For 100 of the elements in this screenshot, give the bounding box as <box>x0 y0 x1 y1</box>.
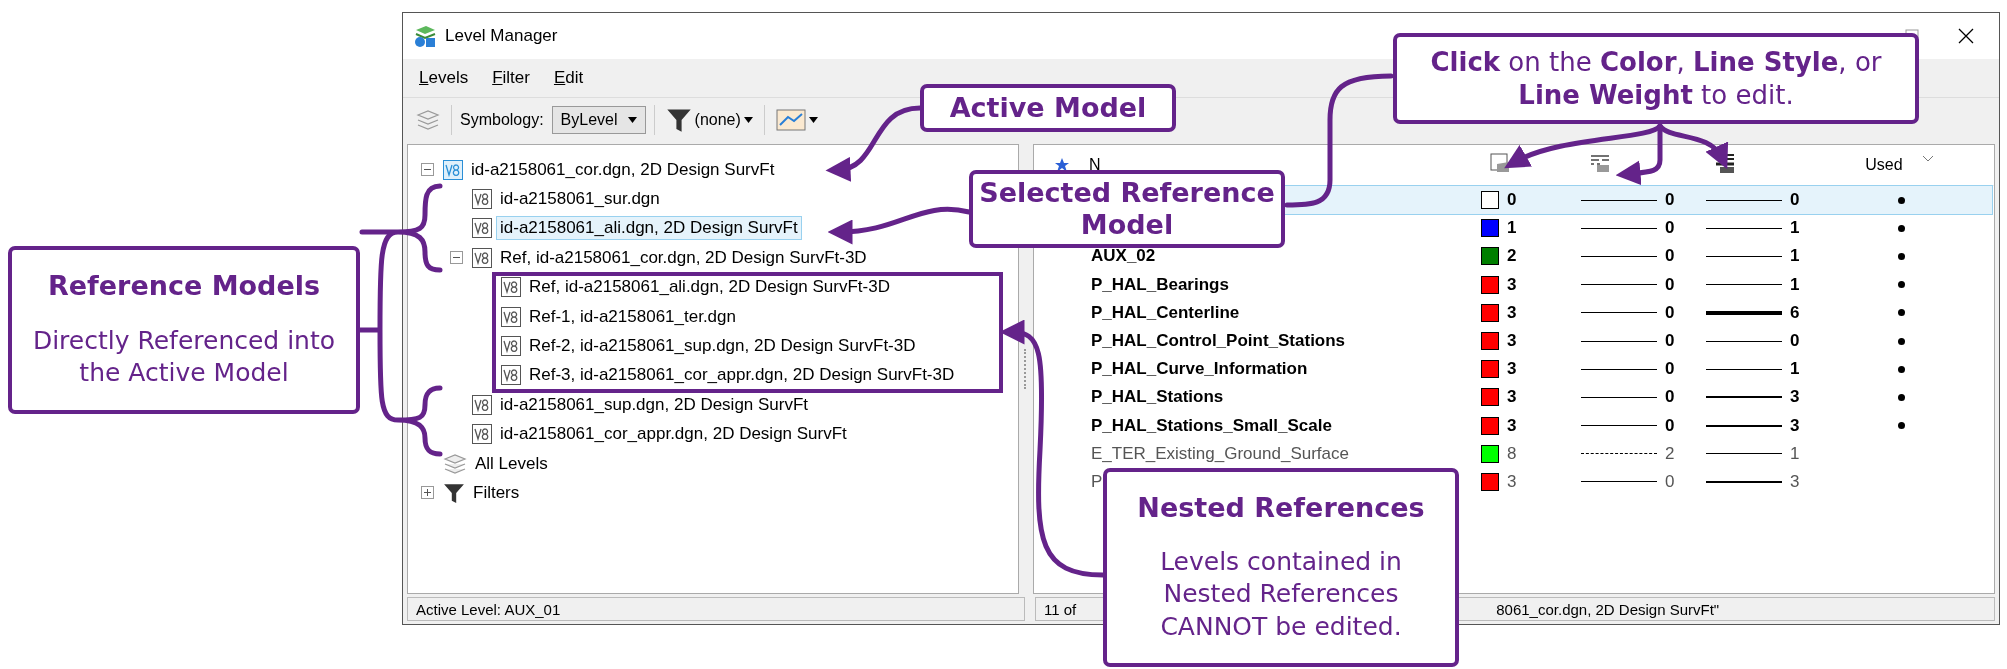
line-style-number: 0 <box>1665 387 1675 408</box>
status-text: 8061_cor.dgn, 2D Design SurvFt" <box>1496 600 1720 618</box>
color-number: 3 <box>1507 471 1517 492</box>
callout-text: Directly Referenced into the Active Model <box>31 324 337 390</box>
line-style-sample[interactable] <box>1581 481 1657 483</box>
tree-item[interactable]: Ref, id-a2158061_cor.dgn, 2D Design SurvFt-3D <box>496 245 871 270</box>
caret-icon <box>743 117 753 123</box>
level-name: AUX_02 <box>1091 246 1156 266</box>
symbology-label: Symbology: <box>460 111 544 129</box>
level-row[interactable]: AUX_02 2 0 1 <box>1036 242 1992 271</box>
color-swatch[interactable] <box>1481 275 1499 294</box>
line-weight-sample[interactable] <box>1706 284 1782 286</box>
line-weight-number: 0 <box>1790 190 1800 211</box>
level-row[interactable]: P_HAL_Curve_Information 3 0 1 <box>1036 355 1992 384</box>
line-style-sample[interactable] <box>1581 396 1657 398</box>
level-name: E_TER_Existing_Ground_Surface <box>1091 443 1349 463</box>
level-row[interactable]: P_HAL_Stations 3 0 3 <box>1036 383 1992 412</box>
tree-item[interactable]: id-a2158061_ali.dgn, 2D Design SurvFt <box>496 216 802 241</box>
line-weight-sample[interactable] <box>1706 199 1782 201</box>
column-header[interactable]: N <box>1089 156 1101 173</box>
tree-item[interactable]: id-a2158061_sur.dgn <box>496 187 664 212</box>
line-style-number: 0 <box>1665 246 1675 267</box>
tree-item[interactable]: Ref-3, id-a2158061_cor_appr.dgn, 2D Design SurvFt-3D <box>525 363 959 388</box>
line-weight-number: 1 <box>1790 246 1800 267</box>
level-row[interactable]: P_HAL_Bearings 3 0 1 <box>1036 270 1992 299</box>
line-style-sample[interactable] <box>1581 368 1657 370</box>
line-weight-sample[interactable] <box>1706 340 1782 342</box>
line-weight-sample[interactable] <box>1706 396 1782 399</box>
line-weight-sample[interactable] <box>1706 227 1782 229</box>
color-swatch[interactable] <box>1481 472 1499 491</box>
tree-item[interactable]: Ref-2, id-a2158061_sup.dgn, 2D Design SurvFt-3D <box>525 334 920 359</box>
line-style-sample[interactable] <box>1581 199 1657 201</box>
level-name: P_HAL_Stations <box>1091 387 1224 407</box>
level-row[interactable]: P_HAL_Stations_Small_Scale 3 0 3 <box>1036 411 1992 440</box>
line-style-number: 2 <box>1665 443 1675 464</box>
line-style-sample[interactable] <box>1581 312 1657 314</box>
color-swatch[interactable] <box>1481 360 1499 379</box>
color-number: 3 <box>1507 415 1517 436</box>
color-swatch[interactable] <box>1481 444 1499 463</box>
expand-toggle[interactable] <box>420 486 434 500</box>
line-weight-number: 0 <box>1790 331 1800 352</box>
line-weight-sample[interactable] <box>1706 310 1782 315</box>
line-weight-sample[interactable] <box>1706 480 1782 483</box>
level-name: P_HAL_Bearings <box>1091 274 1229 294</box>
tree-item[interactable]: Ref-1, id-a2158061_ter.dgn <box>525 304 740 329</box>
line-weight-sample[interactable] <box>1706 424 1782 427</box>
filter-dropdown[interactable]: (none) <box>662 104 756 136</box>
line-style-sample[interactable] <box>1581 284 1657 286</box>
level-row[interactable]: P_HAL_Centerline 3 0 6 <box>1036 298 1992 327</box>
column-header[interactable]: Used <box>1865 156 1903 174</box>
line-style-sample[interactable] <box>1581 453 1657 455</box>
color-column-icon <box>1489 152 1511 174</box>
app-icon <box>413 24 437 48</box>
line-style-sample[interactable] <box>1581 425 1657 427</box>
tree-item[interactable]: Filters <box>469 481 524 505</box>
funnel-icon <box>443 482 465 504</box>
callout-title: Reference Models <box>46 270 322 303</box>
level-name: P_HAL_Curve_Information <box>1091 359 1308 379</box>
color-swatch[interactable] <box>1481 191 1499 210</box>
color-number: 3 <box>1507 387 1517 408</box>
color-swatch[interactable] <box>1481 247 1499 266</box>
line-weight-number: 1 <box>1790 443 1800 464</box>
level-name: P <box>1091 471 1103 491</box>
color-number: 3 <box>1507 331 1517 352</box>
line-style-sample[interactable] <box>1581 255 1657 257</box>
level-row[interactable]: E_TER_Existing_Ground_Surface 8 2 1 <box>1036 439 1992 468</box>
color-number: 1 <box>1507 218 1517 239</box>
line-style-sample[interactable] <box>1581 227 1657 229</box>
color-swatch[interactable] <box>1481 332 1499 351</box>
symbology-dropdown[interactable]: ByLevel <box>551 106 646 134</box>
menu-item[interactable]: Levels <box>417 66 471 90</box>
tree-item[interactable]: Ref, id-a2158061_ali.dgn, 2D Design SurvFt-3D <box>525 275 894 300</box>
line-weight-sample[interactable] <box>1706 255 1782 257</box>
line-style-number: 0 <box>1665 218 1675 239</box>
line-style-number: 0 <box>1665 471 1675 492</box>
color-number: 3 <box>1507 274 1517 295</box>
tree-item[interactable]: id-a2158061_cor.dgn, 2D Design SurvFt <box>467 157 779 182</box>
line-style-number: 0 <box>1665 274 1675 295</box>
line-weight-sample[interactable] <box>1706 368 1782 370</box>
line-weight-number: 6 <box>1790 302 1800 323</box>
line-style-sample[interactable] <box>1581 340 1657 342</box>
tree-item[interactable]: All Levels <box>471 451 552 476</box>
line-weight-sample[interactable] <box>1706 453 1782 455</box>
color-swatch[interactable] <box>1481 388 1499 407</box>
color-swatch[interactable] <box>1481 416 1499 435</box>
line-style-number: 0 <box>1665 415 1675 436</box>
expand-toggle[interactable] <box>420 163 434 177</box>
caret-icon <box>627 117 637 123</box>
expand-toggle[interactable] <box>449 251 463 265</box>
menu-item[interactable]: Filter <box>490 66 532 90</box>
color-swatch[interactable] <box>1481 303 1499 322</box>
line-style-number: 0 <box>1665 331 1675 352</box>
level-name: P_HAL_Stations_Small_Scale <box>1091 415 1332 435</box>
level-row[interactable]: P_HAL_Control_Point_Stations 3 0 0 <box>1036 326 1992 356</box>
color-swatch[interactable] <box>1481 219 1499 238</box>
tree-item[interactable]: id-a2158061_sup.dgn, 2D Design SurvFt <box>496 392 813 417</box>
tree-item[interactable]: id-a2158061_cor_appr.dgn, 2D Design SurvFt <box>496 422 851 447</box>
menu-item[interactable]: Edit <box>551 66 586 90</box>
level-name: P_HAL_Control_Point_Stations <box>1091 331 1346 351</box>
level-name: P_HAL_Centerline <box>1091 302 1240 322</box>
